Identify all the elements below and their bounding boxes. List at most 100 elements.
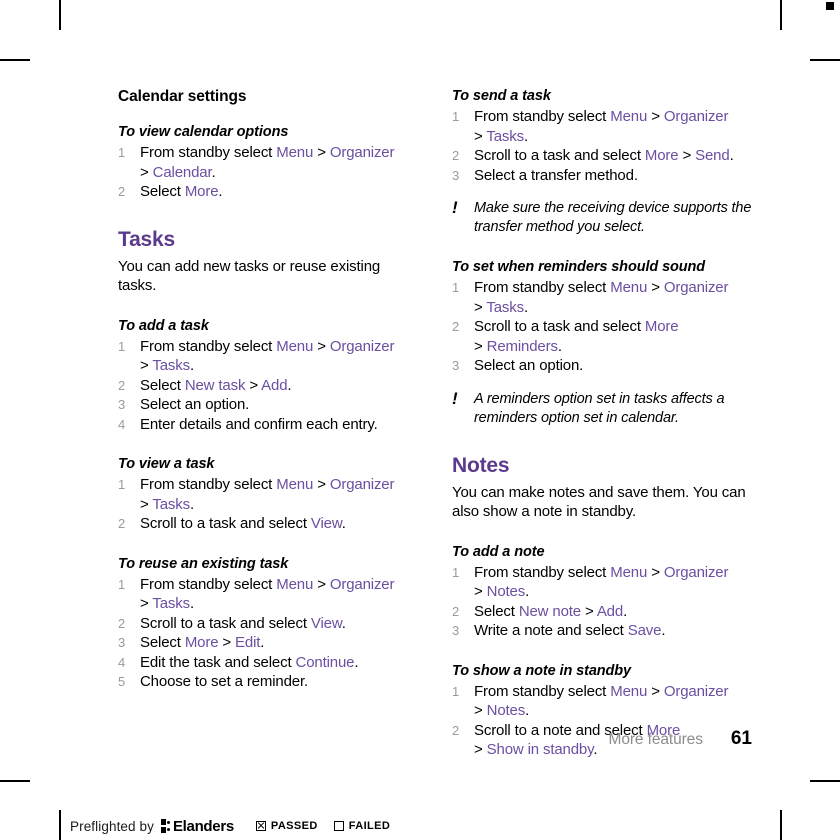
chapter-heading: Notes <box>452 453 510 477</box>
checkbox-unchecked-icon <box>333 821 344 831</box>
path-separator: > <box>140 163 153 181</box>
procedure-step: 2 Select More. <box>118 182 418 202</box>
step-number: 3 <box>118 397 126 412</box>
ui-term: Continue <box>295 653 355 671</box>
path-separator: > <box>678 147 696 164</box>
step-text: . <box>211 163 216 181</box>
procedure-heading: To view a task <box>118 456 215 472</box>
step-text: . <box>729 147 734 164</box>
step-text: Select <box>140 634 185 651</box>
step-number: 1 <box>118 145 126 160</box>
procedure-heading: To send a task <box>452 88 551 104</box>
ui-term: Send <box>695 147 730 164</box>
ui-term: Menu <box>276 337 314 355</box>
path-separator: > <box>474 583 487 600</box>
procedure-step: 1 From standby select Menu > Organizer > N… <box>452 563 752 602</box>
procedure-step: 1 From standby select Menu > Organizer > C… <box>118 143 418 182</box>
path-separator: > <box>474 702 487 719</box>
ui-term: Organizer <box>663 279 729 296</box>
step-number: 2 <box>118 615 126 631</box>
step-text: Enter details and confirm each entry. <box>140 415 378 433</box>
ui-term: Organizer <box>329 575 395 593</box>
procedure-step: 2 Scroll to a task and select View. <box>118 514 418 534</box>
right-column: To send a task 1 From standby select Menu … <box>452 88 752 760</box>
step-text: . <box>189 595 194 612</box>
path-separator: > <box>313 144 330 161</box>
step-text: Scroll to a task and select <box>474 147 645 164</box>
ui-term: New note <box>518 602 581 620</box>
step-text: . <box>525 702 530 719</box>
step-text: Edit the task and select <box>140 653 296 671</box>
ui-term: Menu <box>610 279 648 296</box>
elanders-mark-icon <box>160 819 170 833</box>
step-number: 2 <box>452 722 460 738</box>
step-number: 3 <box>452 358 460 373</box>
procedure-step-list: 1 From standby select Menu > Organizer > T… <box>452 278 752 376</box>
ui-term: Tasks <box>152 595 190 612</box>
procedure-heading: To add a note <box>452 543 545 560</box>
ui-term: More <box>644 318 679 335</box>
chapter-intro-tasks: You can add new tasks or reuse existing … <box>118 257 381 295</box>
procedure-step: 3 Select an option. <box>118 395 418 415</box>
path-separator: > <box>313 575 330 593</box>
path-separator: > <box>474 337 487 355</box>
ui-term: More <box>644 147 679 164</box>
preflight-label: Preflighted by <box>70 818 154 834</box>
checkbox-checked-icon <box>255 821 266 831</box>
step-text: From standby select <box>474 563 611 581</box>
procedure-step: 4 Edit the task and select Continue. <box>118 653 418 673</box>
ui-term: Tasks <box>486 127 524 145</box>
exclamation-icon: ! <box>452 388 458 408</box>
path-separator: > <box>313 476 330 493</box>
step-text: . <box>525 583 530 600</box>
step-number: 2 <box>118 184 126 199</box>
path-separator: > <box>647 682 664 700</box>
procedure-step-list: 1 From standby select Menu > Organizer > N… <box>452 563 752 641</box>
step-number: 1 <box>452 683 460 699</box>
step-text: . <box>287 376 292 394</box>
step-number: 1 <box>452 564 460 580</box>
procedure-step: 1 From standby select Menu > Organizer > T… <box>118 475 418 514</box>
ui-term: Menu <box>610 563 648 581</box>
step-number: 1 <box>452 280 460 295</box>
left-procedure-group: To view calendar options 1 From standby se… <box>118 124 418 202</box>
ui-term: Notes <box>486 702 526 719</box>
ui-term: More <box>184 183 219 200</box>
procedure-step: 1 From standby select Menu > Organizer > T… <box>118 337 418 376</box>
step-text: Select <box>140 183 185 200</box>
step-text: Choose to set a reminder. <box>140 673 309 690</box>
tasks-procedure-group: To add a task 1 From standby select Menu >… <box>118 318 418 692</box>
path-separator: > <box>647 563 664 581</box>
ui-term: Tasks <box>486 298 524 316</box>
ui-term: Reminders <box>486 337 558 355</box>
tip-text: A reminders option set in tasks affects … <box>474 390 725 426</box>
step-text: . <box>260 634 265 651</box>
chapter-intro: You can make notes and save them. You ca… <box>452 483 746 521</box>
step-text: . <box>341 515 346 532</box>
procedure-heading: To view calendar options <box>118 124 289 140</box>
running-header-label: More features <box>608 731 703 748</box>
step-text: . <box>341 614 346 632</box>
ui-term: Menu <box>276 144 314 161</box>
step-number: 3 <box>118 635 126 650</box>
procedure-heading: To set when reminders should sound <box>452 259 706 275</box>
step-text: Scroll to a task and select <box>140 614 311 632</box>
path-separator: > <box>647 108 664 125</box>
path-separator: > <box>313 337 330 355</box>
procedure-step-list: 1 From standby select Menu > Organizer > T… <box>118 337 418 435</box>
step-text: Select <box>474 602 519 620</box>
running-footer: More features 61 <box>609 728 752 750</box>
procedure-step-list: 1 From standby select Menu > Organizer > T… <box>118 475 418 534</box>
step-text: . <box>593 741 598 758</box>
ui-term: Organizer <box>663 108 729 125</box>
ui-term: Menu <box>276 476 314 493</box>
step-text: . <box>189 357 194 374</box>
ui-term: Organizer <box>329 144 395 161</box>
step-text: From standby select <box>140 144 277 161</box>
step-number: 2 <box>452 319 460 334</box>
step-text: . <box>557 337 562 355</box>
ui-term: View <box>310 515 342 532</box>
procedure-heading: To reuse an existing task <box>118 555 289 572</box>
tip-note: ! A reminders option set in tasks affects… <box>452 388 752 428</box>
procedure-step-list: 1 From standby select Menu > Organizer > T… <box>452 107 752 185</box>
